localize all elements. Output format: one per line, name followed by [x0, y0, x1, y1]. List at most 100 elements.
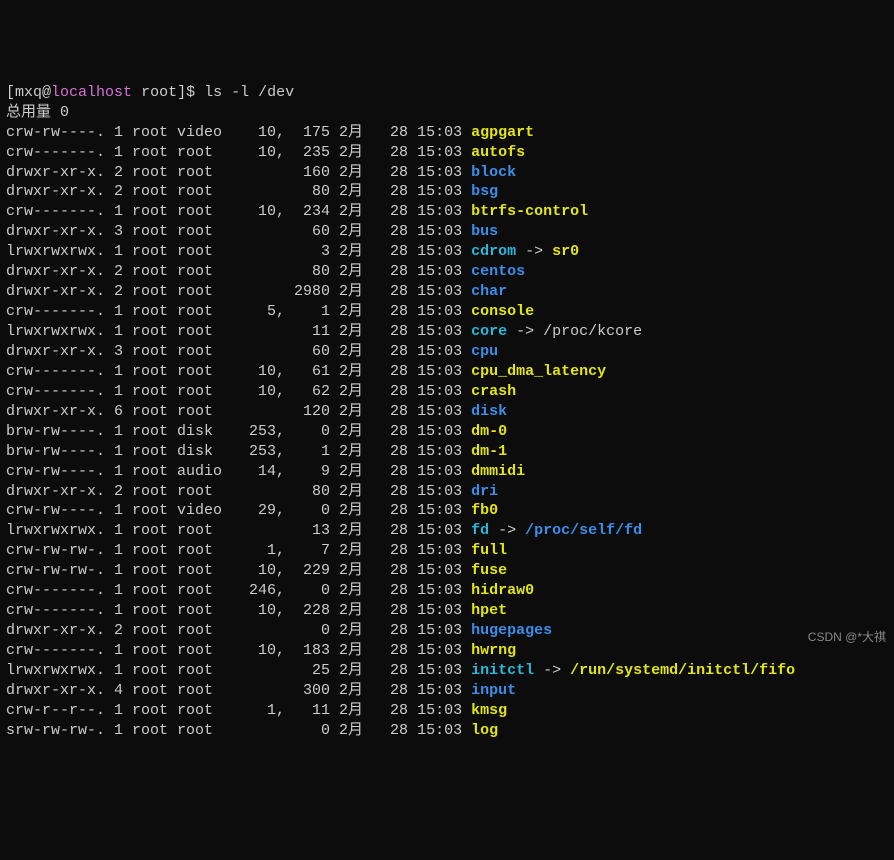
list-item: lrwxrwxrwx. 1 root root 25 2月 28 15:03 i… [6, 661, 888, 681]
file-meta: crw-------. 1 root root 10, 228 2月 28 15… [6, 602, 471, 619]
link-target: /run/systemd/initctl/fifo [570, 662, 795, 679]
list-item: crw-------. 1 root root 10, 183 2月 28 15… [6, 641, 888, 661]
file-name: btrfs-control [471, 203, 588, 220]
file-name: dri [471, 483, 498, 500]
list-item: drwxr-xr-x. 2 root root 80 2月 28 15:03 d… [6, 482, 888, 502]
file-listing: crw-rw----. 1 root video 10, 175 2月 28 1… [6, 123, 888, 741]
list-item: drwxr-xr-x. 4 root root 300 2月 28 15:03 … [6, 681, 888, 701]
terminal-output[interactable]: [mxq@localhost root]$ ls -l /dev 总用量 0 c… [6, 83, 888, 741]
list-item: crw-------. 1 root root 10, 235 2月 28 15… [6, 143, 888, 163]
prompt-dollar: $ [186, 84, 195, 101]
prompt-path: root [141, 84, 177, 101]
file-meta: drwxr-xr-x. 2 root root 80 2月 28 15:03 [6, 183, 471, 200]
file-meta: crw-rw-rw-. 1 root root 1, 7 2月 28 15:03 [6, 542, 471, 559]
file-meta: lrwxrwxrwx. 1 root root 3 2月 28 15:03 [6, 243, 471, 260]
list-item: lrwxrwxrwx. 1 root root 11 2月 28 15:03 c… [6, 322, 888, 342]
file-name: crash [471, 383, 516, 400]
list-item: crw-rw-rw-. 1 root root 1, 7 2月 28 15:03… [6, 541, 888, 561]
link-target: /proc/kcore [543, 323, 642, 340]
file-name: bsg [471, 183, 498, 200]
list-item: crw-------. 1 root root 10, 234 2月 28 15… [6, 202, 888, 222]
link-target: /proc/self/fd [525, 522, 642, 539]
list-item: brw-rw----. 1 root disk 253, 1 2月 28 15:… [6, 442, 888, 462]
file-name: input [471, 682, 516, 699]
list-item: crw-------. 1 root root 10, 62 2月 28 15:… [6, 382, 888, 402]
watermark: CSDN @*大祺 [808, 630, 886, 646]
prompt-close-bracket: ] [177, 84, 186, 101]
file-meta: drwxr-xr-x. 2 root root 2980 2月 28 15:03 [6, 283, 471, 300]
list-item: lrwxrwxrwx. 1 root root 3 2月 28 15:03 cd… [6, 242, 888, 262]
file-name: bus [471, 223, 498, 240]
file-meta: crw-------. 1 root root 5, 1 2月 28 15:03 [6, 303, 471, 320]
file-name: centos [471, 263, 525, 280]
file-name: hugepages [471, 622, 552, 639]
list-item: drwxr-xr-x. 2 root root 0 2月 28 15:03 hu… [6, 621, 888, 641]
list-item: drwxr-xr-x. 2 root root 80 2月 28 15:03 c… [6, 262, 888, 282]
list-item: drwxr-xr-x. 3 root root 60 2月 28 15:03 b… [6, 222, 888, 242]
list-item: brw-rw----. 1 root disk 253, 0 2月 28 15:… [6, 422, 888, 442]
file-name: cdrom [471, 243, 516, 260]
list-item: drwxr-xr-x. 2 root root 80 2月 28 15:03 b… [6, 182, 888, 202]
file-name: kmsg [471, 702, 507, 719]
list-item: crw-rw----. 1 root video 29, 0 2月 28 15:… [6, 501, 888, 521]
file-meta: crw-r--r--. 1 root root 1, 11 2月 28 15:0… [6, 702, 471, 719]
file-meta: crw-------. 1 root root 10, 183 2月 28 15… [6, 642, 471, 659]
file-name: cpu_dma_latency [471, 363, 606, 380]
total-line: 总用量 0 [6, 104, 69, 121]
prompt-host: localhost [51, 84, 132, 101]
file-name: dm-0 [471, 423, 507, 440]
file-meta: drwxr-xr-x. 6 root root 120 2月 28 15:03 [6, 403, 471, 420]
list-item: crw-rw----. 1 root audio 14, 9 2月 28 15:… [6, 462, 888, 482]
file-meta: drwxr-xr-x. 4 root root 300 2月 28 15:03 [6, 682, 471, 699]
list-item: srw-rw-rw-. 1 root root 0 2月 28 15:03 lo… [6, 721, 888, 741]
file-meta: crw-------. 1 root root 246, 0 2月 28 15:… [6, 582, 471, 599]
file-meta: srw-rw-rw-. 1 root root 0 2月 28 15:03 [6, 722, 471, 739]
file-name: log [471, 722, 498, 739]
link-arrow: -> [489, 522, 525, 539]
file-meta: crw-rw----. 1 root video 29, 0 2月 28 15:… [6, 502, 471, 519]
prompt-user: mxq [15, 84, 42, 101]
file-name: console [471, 303, 534, 320]
file-meta: drwxr-xr-x. 2 root root 80 2月 28 15:03 [6, 263, 471, 280]
file-meta: drwxr-xr-x. 2 root root 80 2月 28 15:03 [6, 483, 471, 500]
list-item: crw-------. 1 root root 246, 0 2月 28 15:… [6, 581, 888, 601]
list-item: crw-r--r--. 1 root root 1, 11 2月 28 15:0… [6, 701, 888, 721]
list-item: crw-------. 1 root root 5, 1 2月 28 15:03… [6, 302, 888, 322]
file-meta: lrwxrwxrwx. 1 root root 13 2月 28 15:03 [6, 522, 471, 539]
list-item: crw-rw-rw-. 1 root root 10, 229 2月 28 15… [6, 561, 888, 581]
prompt-at: @ [42, 84, 51, 101]
file-meta: drwxr-xr-x. 2 root root 0 2月 28 15:03 [6, 622, 471, 639]
file-name: fuse [471, 562, 507, 579]
list-item: lrwxrwxrwx. 1 root root 13 2月 28 15:03 f… [6, 521, 888, 541]
file-name: char [471, 283, 507, 300]
file-meta: crw-------. 1 root root 10, 62 2月 28 15:… [6, 383, 471, 400]
file-name: fd [471, 522, 489, 539]
file-name: hpet [471, 602, 507, 619]
file-meta: brw-rw----. 1 root disk 253, 0 2月 28 15:… [6, 423, 471, 440]
file-meta: crw-rw-rw-. 1 root root 10, 229 2月 28 15… [6, 562, 471, 579]
list-item: crw-------. 1 root root 10, 61 2月 28 15:… [6, 362, 888, 382]
file-name: block [471, 164, 516, 181]
file-meta: drwxr-xr-x. 2 root root 160 2月 28 15:03 [6, 164, 471, 181]
file-meta: brw-rw----. 1 root disk 253, 1 2月 28 15:… [6, 443, 471, 460]
file-meta: crw-------. 1 root root 10, 234 2月 28 15… [6, 203, 471, 220]
file-meta: crw-------. 1 root root 10, 235 2月 28 15… [6, 144, 471, 161]
list-item: crw-rw----. 1 root video 10, 175 2月 28 1… [6, 123, 888, 143]
link-arrow: -> [534, 662, 570, 679]
command-args: -l /dev [231, 84, 294, 101]
file-name: dm-1 [471, 443, 507, 460]
link-arrow: -> [516, 243, 552, 260]
file-name: hwrng [471, 642, 516, 659]
file-name: disk [471, 403, 507, 420]
list-item: drwxr-xr-x. 6 root root 120 2月 28 15:03 … [6, 402, 888, 422]
prompt-open-bracket: [ [6, 84, 15, 101]
link-arrow: -> [507, 323, 543, 340]
file-meta: crw-rw----. 1 root video 10, 175 2月 28 1… [6, 124, 471, 141]
list-item: drwxr-xr-x. 2 root root 2980 2月 28 15:03… [6, 282, 888, 302]
list-item: drwxr-xr-x. 3 root root 60 2月 28 15:03 c… [6, 342, 888, 362]
file-meta: drwxr-xr-x. 3 root root 60 2月 28 15:03 [6, 343, 471, 360]
file-meta: lrwxrwxrwx. 1 root root 11 2月 28 15:03 [6, 323, 471, 340]
prompt-line: [mxq@localhost root]$ ls -l /dev [6, 84, 294, 101]
file-meta: crw-rw----. 1 root audio 14, 9 2月 28 15:… [6, 463, 471, 480]
list-item: drwxr-xr-x. 2 root root 160 2月 28 15:03 … [6, 163, 888, 183]
